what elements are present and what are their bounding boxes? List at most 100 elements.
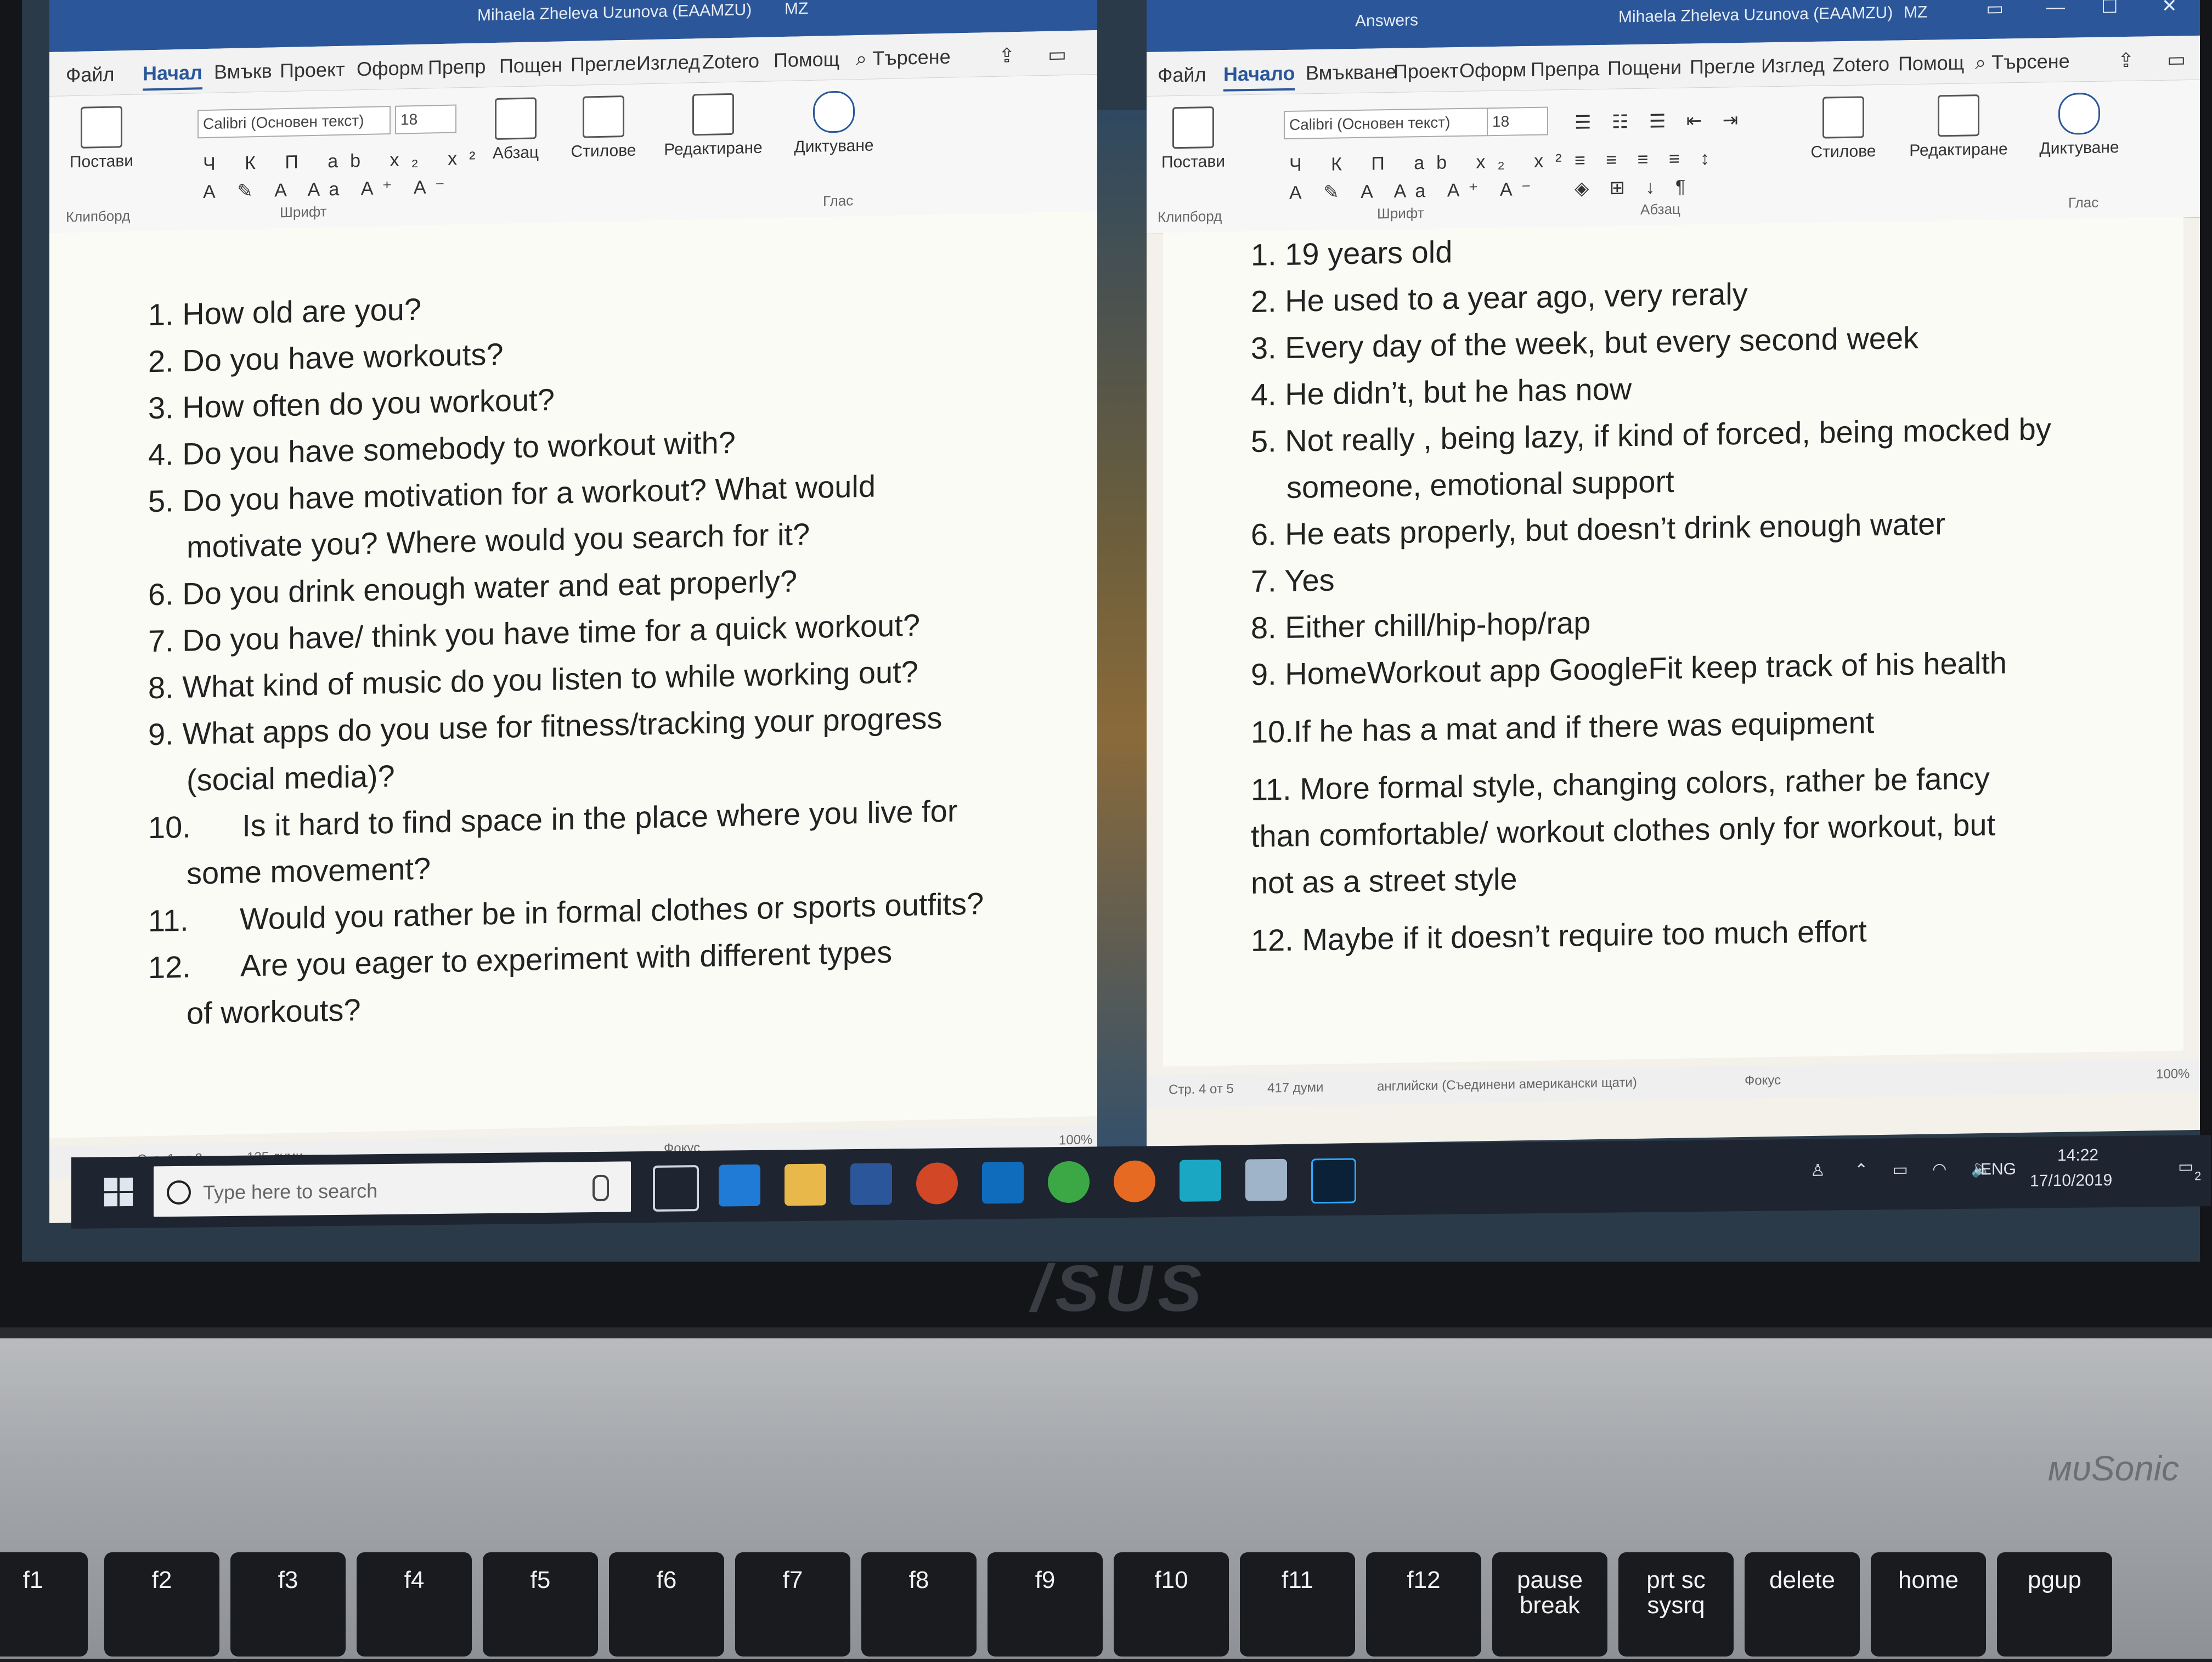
- right-dictate-button[interactable]: Диктуване: [2030, 92, 2129, 159]
- right-tab-file[interactable]: Файл: [1158, 63, 1206, 87]
- left-tab-help[interactable]: Помощ: [774, 48, 839, 72]
- key-f12[interactable]: f12: [1366, 1552, 1481, 1657]
- left-tab-view[interactable]: Изглед: [636, 50, 700, 75]
- left-text-effects-buttons[interactable]: A ✎ A Aa A⁺ A⁻: [203, 176, 454, 203]
- chrome-icon[interactable]: [1048, 1161, 1090, 1203]
- powerpoint-icon[interactable]: [916, 1162, 958, 1205]
- left-paragraph-button[interactable]: Абзац: [483, 97, 549, 163]
- share-icon[interactable]: ⇪: [998, 44, 1015, 67]
- microphone-icon[interactable]: [592, 1174, 609, 1202]
- key-prtsc-sysrq[interactable]: prt sc sysrq: [1618, 1552, 1734, 1657]
- right-zoom-level[interactable]: 100%: [2156, 1066, 2190, 1082]
- key-f6[interactable]: f6: [609, 1552, 724, 1657]
- align-buttons[interactable]: ≡ ≡ ≡ ≡ ↕: [1575, 148, 1717, 172]
- left-font-name-select[interactable]: Calibri (Основен текст): [198, 105, 391, 139]
- left-tab-home[interactable]: Начал: [143, 61, 202, 91]
- list-buttons[interactable]: ☰ ☷ ☰ ⇤ ⇥: [1575, 109, 1746, 134]
- photos-icon[interactable]: [1245, 1158, 1287, 1201]
- firefox-icon[interactable]: [1114, 1160, 1155, 1203]
- clock-date[interactable]: 17/10/2019: [2030, 1171, 2112, 1191]
- close-icon[interactable]: ✕: [2162, 0, 2177, 17]
- key-f3[interactable]: f3: [230, 1552, 346, 1657]
- app-icon[interactable]: [1180, 1160, 1221, 1202]
- maximize-icon[interactable]: ☐: [2101, 0, 2118, 18]
- notification-icon[interactable]: ▭: [2178, 1157, 2193, 1176]
- left-tab-mailings[interactable]: Пощен: [499, 53, 562, 77]
- key-f11[interactable]: f11: [1240, 1552, 1355, 1657]
- right-tab-view[interactable]: Изглед: [1761, 54, 1825, 78]
- input-language[interactable]: ENG: [1980, 1160, 2016, 1179]
- key-f2[interactable]: f2: [104, 1552, 219, 1657]
- right-editing-button[interactable]: Редактиране: [1904, 94, 2013, 160]
- left-editing-button[interactable]: Редактиране: [658, 93, 768, 160]
- ribbon-display-icon[interactable]: ▭: [1986, 0, 2004, 20]
- edge-icon[interactable]: [719, 1164, 760, 1207]
- left-tab-layout[interactable]: Оформ: [357, 56, 424, 81]
- left-format-buttons[interactable]: Ч К П ab x₂ x²: [203, 148, 487, 175]
- left-zoom-level[interactable]: 100%: [1059, 1132, 1092, 1148]
- left-tab-zotero[interactable]: Zotero: [702, 49, 759, 74]
- key-f5[interactable]: f5: [483, 1552, 598, 1657]
- right-tab-home[interactable]: Начало: [1223, 61, 1295, 92]
- right-tab-mailings[interactable]: Пощени: [1607, 56, 1681, 80]
- word-icon[interactable]: [850, 1163, 892, 1206]
- left-document-page[interactable]: 1. How old are you? 2. Do you have worko…: [49, 211, 1097, 1138]
- shading-border-buttons[interactable]: ◈ ⊞ ↓ ¶: [1575, 176, 1693, 199]
- taskbar-search-box[interactable]: Type here to search: [154, 1161, 631, 1217]
- comments-icon[interactable]: ▭: [1048, 43, 1066, 66]
- left-user-initials[interactable]: MZ: [785, 0, 808, 19]
- clock-time[interactable]: 14:22: [2057, 1146, 2098, 1165]
- key-f4[interactable]: f4: [357, 1552, 472, 1657]
- key-pause-break[interactable]: pause break: [1492, 1552, 1607, 1657]
- right-user-name[interactable]: Mihaela Zheleva Uzunova (EAAMZU): [1618, 4, 1893, 27]
- right-format-buttons[interactable]: Ч К П ab x₂ x²: [1289, 150, 1573, 176]
- left-tab-review[interactable]: Прегле: [571, 52, 636, 76]
- key-pgup[interactable]: pgup: [1997, 1552, 2112, 1657]
- right-tab-review[interactable]: Прегле: [1690, 55, 1755, 79]
- right-user-initials[interactable]: MZ: [1904, 3, 1927, 22]
- right-font-name-select[interactable]: Calibri (Основен текст): [1284, 108, 1488, 140]
- right-tab-references[interactable]: Препра: [1531, 57, 1599, 81]
- right-font-size-select[interactable]: 18: [1487, 106, 1548, 137]
- windows-start-button[interactable]: [104, 1177, 133, 1207]
- key-f1[interactable]: f1: [0, 1552, 88, 1657]
- right-text-effects-buttons[interactable]: A ✎ A Aa A⁺ A⁻: [1289, 178, 1540, 204]
- right-tab-insert[interactable]: Вмъкване: [1306, 60, 1396, 85]
- right-paste-button[interactable]: Постави: [1158, 106, 1229, 172]
- minimize-icon[interactable]: —: [2046, 0, 2065, 18]
- right-tab-design[interactable]: Проект: [1393, 59, 1459, 83]
- outlook-icon[interactable]: [982, 1161, 1024, 1204]
- right-tab-layout[interactable]: Оформ: [1459, 58, 1526, 82]
- system-tray-icons[interactable]: ⌃ ▭ ◠ 🔈: [1854, 1159, 2001, 1180]
- key-delete[interactable]: delete: [1745, 1552, 1860, 1657]
- left-dictate-button[interactable]: Диктуване: [785, 90, 883, 157]
- people-icon[interactable]: ♙: [1810, 1161, 1825, 1180]
- share-icon[interactable]: ⇪: [2118, 49, 2134, 72]
- photoshop-icon[interactable]: [1311, 1158, 1356, 1204]
- file-explorer-icon[interactable]: [785, 1163, 826, 1206]
- right-language[interactable]: английски (Съединени американски щати): [1377, 1075, 1637, 1094]
- left-tab-insert[interactable]: Вмъкв: [214, 60, 272, 84]
- left-styles-button[interactable]: Стилове: [565, 95, 642, 161]
- right-styles-button[interactable]: Стилове: [1805, 96, 1882, 162]
- key-f10[interactable]: f10: [1114, 1552, 1229, 1657]
- left-tab-design[interactable]: Проект: [280, 58, 345, 82]
- key-f7[interactable]: f7: [735, 1552, 850, 1657]
- right-document-page[interactable]: 1. 19 years old 2. He used to a year ago…: [1163, 217, 2183, 1067]
- key-home[interactable]: home: [1871, 1552, 1986, 1657]
- left-tab-search[interactable]: ⌕ Търсене: [856, 46, 951, 71]
- right-page-count[interactable]: Стр. 4 от 5: [1169, 1082, 1234, 1098]
- task-view-icon[interactable]: [653, 1165, 699, 1212]
- left-tab-file[interactable]: Файл: [66, 63, 115, 87]
- comments-icon[interactable]: ▭: [2167, 48, 2186, 71]
- key-f9[interactable]: f9: [988, 1552, 1103, 1657]
- left-tab-references[interactable]: Препр: [428, 55, 486, 79]
- right-word-count[interactable]: 417 думи: [1267, 1080, 1323, 1096]
- right-tab-search[interactable]: ⌕ Търсене: [1975, 50, 2070, 75]
- right-focus-button[interactable]: Фокус: [1745, 1073, 1781, 1089]
- right-tab-zotero[interactable]: Zotero: [1832, 53, 1889, 77]
- right-tab-help[interactable]: Помощ: [1898, 52, 1964, 76]
- left-paste-button[interactable]: Постави: [66, 106, 137, 172]
- key-f8[interactable]: f8: [861, 1552, 977, 1657]
- left-font-size-select[interactable]: 18: [395, 104, 456, 134]
